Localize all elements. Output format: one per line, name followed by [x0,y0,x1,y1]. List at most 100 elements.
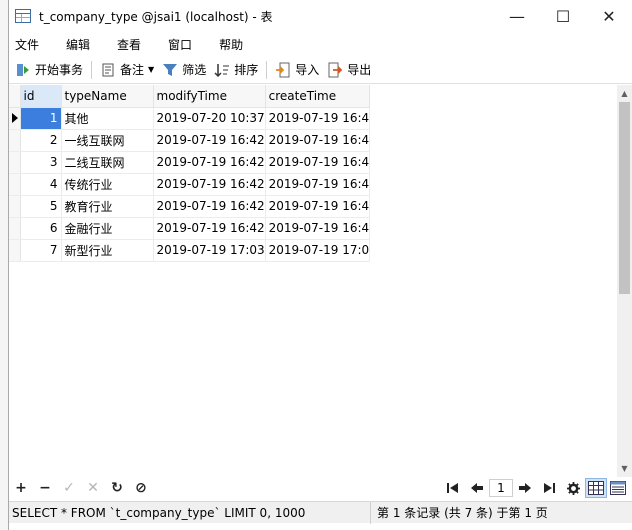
window-title: t_company_type @jsai1 (localhost) - 表 [39,9,273,24]
cell-createtime[interactable]: 2019-07-19 16:4 [265,217,371,240]
next-page-button[interactable] [513,477,537,499]
memo-label: 备注 [120,63,145,77]
grid-view-icon [588,481,604,495]
stop-button[interactable]: ⊘ [129,477,153,499]
form-view-button[interactable] [607,478,629,498]
cell-modifytime[interactable]: 2019-07-19 16:42 [153,195,266,218]
cell-id[interactable]: 5 [20,195,62,218]
sort-button[interactable]: 排序 [210,58,262,82]
export-icon [328,62,343,77]
import-button[interactable]: 导入 [271,58,323,82]
cell-modifytime[interactable]: 2019-07-19 16:42 [153,217,266,240]
cell-typename[interactable]: 其他 [61,107,154,130]
cell-modifytime[interactable]: 2019-07-19 16:42 [153,129,266,152]
window-controls: — ☐ ✕ [494,0,632,32]
column-header-typename[interactable]: typeName [61,85,154,108]
cell-modifytime[interactable]: 2019-07-19 16:42 [153,151,266,174]
table-row[interactable]: 6 金融行业 2019-07-19 16:42 2019-07-19 16:4 [9,217,371,240]
row-indicator [9,151,21,174]
cell-id[interactable]: 3 [20,151,62,174]
cell-typename[interactable]: 教育行业 [61,195,154,218]
last-page-button[interactable] [537,477,561,499]
memo-icon [102,63,114,76]
export-button[interactable]: 导出 [323,58,375,82]
table-row[interactable]: 3 二线互联网 2019-07-19 16:42 2019-07-19 16:4 [9,151,371,174]
cell-id[interactable]: 4 [20,173,62,196]
first-page-button[interactable] [441,477,465,499]
cell-id[interactable]: 1 [20,107,62,130]
page-number-input[interactable]: 1 [489,479,513,497]
refresh-button[interactable]: ↻ [105,477,129,499]
first-page-icon [447,483,458,493]
cell-typename[interactable]: 二线互联网 [61,151,154,174]
menu-help[interactable]: 帮助 [217,36,256,53]
settings-button[interactable] [561,477,585,499]
last-page-icon [544,483,555,493]
table-row[interactable]: 7 新型行业 2019-07-19 17:03 2019-07-19 17:0 [9,239,371,262]
sort-icon [214,63,230,77]
table-row[interactable]: 2 一线互联网 2019-07-19 16:42 2019-07-19 16:4 [9,129,371,152]
table-window: t_company_type @jsai1 (localhost) - 表 — … [8,0,632,530]
filter-icon [163,63,178,76]
cell-modifytime[interactable]: 2019-07-19 17:03 [153,239,266,262]
menu-edit[interactable]: 编辑 [64,36,103,53]
table-row[interactable]: 1 其他 2019-07-20 10:37 2019-07-19 16:4 [9,107,371,130]
import-icon [276,62,290,77]
row-indicator [9,173,21,196]
table-row[interactable]: 5 教育行业 2019-07-19 16:42 2019-07-19 16:4 [9,195,371,218]
menu-view[interactable]: 查看 [115,36,154,53]
sql-query-text: SELECT * FROM `t_company_type` LIMIT 0, … [9,501,371,524]
add-record-button[interactable]: + [9,477,33,499]
gear-icon [566,481,580,495]
cell-createtime[interactable]: 2019-07-19 17:0 [265,239,371,262]
row-indicator-header [9,85,21,108]
toolbar-divider [91,60,93,79]
data-grid-area: id typeName modifyTime createTime 1 其他 2… [9,85,623,477]
cell-modifytime[interactable]: 2019-07-19 16:42 [153,173,266,196]
filter-button[interactable]: 筛选 [158,58,210,82]
cell-modifytime[interactable]: 2019-07-20 10:37 [153,107,266,130]
delete-record-button[interactable]: − [33,477,57,499]
cell-id[interactable]: 2 [20,129,62,152]
column-header-createtime[interactable]: createTime [265,85,371,108]
memo-button[interactable]: 备注 ▼ [96,58,158,82]
cell-id[interactable]: 7 [20,239,62,262]
column-header-id[interactable]: id [20,85,62,108]
cell-createtime[interactable]: 2019-07-19 16:4 [265,129,371,152]
maximize-button[interactable]: ☐ [540,0,586,32]
chevron-down-icon[interactable]: ▼ [148,65,154,74]
previous-page-button[interactable] [465,477,489,499]
cell-typename[interactable]: 传统行业 [61,173,154,196]
cell-typename[interactable]: 新型行业 [61,239,154,262]
cell-typename[interactable]: 金融行业 [61,217,154,240]
vertical-scrollbar[interactable]: ▲ ▼ [617,85,632,477]
cell-createtime[interactable]: 2019-07-19 16:4 [265,195,371,218]
minimize-button[interactable]: — [494,0,540,32]
close-button[interactable]: ✕ [586,0,632,32]
cell-createtime[interactable]: 2019-07-19 16:4 [265,151,371,174]
grid-bottom-toolbar: + − ✓ ✕ ↻ ⊘ 1 [9,477,632,499]
arrow-left-icon [471,483,483,493]
scroll-up-icon[interactable]: ▲ [617,85,632,102]
table-icon [15,9,31,23]
grid-header-row: id typeName modifyTime createTime [9,85,371,108]
discard-changes-button[interactable]: ✕ [81,477,105,499]
data-grid: id typeName modifyTime createTime 1 其他 2… [9,85,371,262]
cell-id[interactable]: 6 [20,217,62,240]
record-count-text: 第 1 条记录 (共 7 条) 于第 1 页 [377,506,548,520]
menu-window[interactable]: 窗口 [166,36,205,53]
cell-createtime[interactable]: 2019-07-19 16:4 [265,107,371,130]
arrow-right-icon [519,483,531,493]
apply-changes-button[interactable]: ✓ [57,477,81,499]
grid-view-button[interactable] [585,478,607,498]
cell-createtime[interactable]: 2019-07-19 16:4 [265,173,371,196]
table-row[interactable]: 4 传统行业 2019-07-19 16:42 2019-07-19 16:4 [9,173,371,196]
column-header-modifytime[interactable]: modifyTime [153,85,266,108]
cell-typename[interactable]: 一线互联网 [61,129,154,152]
scroll-down-icon[interactable]: ▼ [617,460,632,477]
begin-transaction-button[interactable]: 开始事务 [11,58,87,82]
menu-bar: 文件 编辑 查看 窗口 帮助 [9,32,632,56]
row-indicator [9,239,21,262]
menu-file[interactable]: 文件 [13,36,52,53]
scrollbar-thumb[interactable] [619,102,630,294]
